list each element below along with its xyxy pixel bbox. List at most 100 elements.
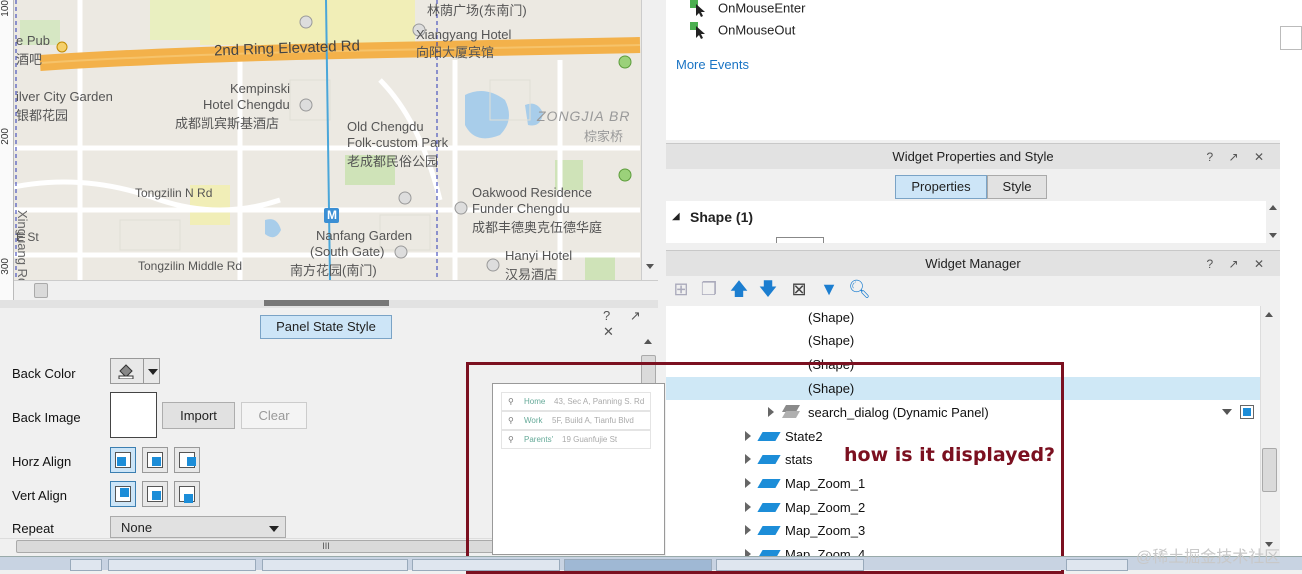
map-label: 银都花园 bbox=[16, 108, 69, 123]
arrow-up-icon[interactable]: 🡅 bbox=[728, 278, 750, 300]
taskbar bbox=[0, 556, 1302, 571]
map-label: 老成都民俗公园 bbox=[347, 154, 439, 169]
taskbar-item[interactable] bbox=[262, 559, 408, 571]
delete-widget-icon[interactable]: ⊠ bbox=[788, 278, 810, 300]
taskbar-item[interactable] bbox=[70, 559, 102, 571]
tab-properties[interactable]: Properties bbox=[895, 175, 987, 199]
map-label: Xiangyang Hotel bbox=[416, 27, 512, 42]
cursor-event-icon bbox=[690, 22, 708, 40]
chevron-down-icon[interactable] bbox=[1222, 409, 1232, 415]
properties-content: ◢ Shape (1) bbox=[666, 201, 1266, 243]
tray-icons[interactable] bbox=[1066, 559, 1128, 571]
map-label: Tongzilin Middle Rd bbox=[138, 259, 243, 273]
section-title: Shape (1) bbox=[690, 209, 754, 225]
align-left-button[interactable] bbox=[110, 447, 136, 473]
interactions-panel: OnMouseEnter OnMouseOut bbox=[666, 0, 1280, 140]
back-image-label: Back Image bbox=[12, 410, 81, 425]
collapse-triangle-icon[interactable]: ◢ bbox=[672, 211, 680, 222]
tree-row-label: (Shape) bbox=[808, 310, 855, 325]
back-color-label: Back Color bbox=[12, 366, 76, 381]
back-image-preview[interactable] bbox=[110, 392, 157, 438]
import-button[interactable]: Import bbox=[162, 402, 235, 429]
align-bottom-button[interactable] bbox=[174, 481, 200, 507]
paint-bucket-icon bbox=[117, 363, 135, 380]
pane-splitter[interactable] bbox=[0, 300, 658, 308]
map-label: Old Chengdu bbox=[347, 119, 424, 134]
pane-title: Widget Properties and Style ? ↗ ✕ bbox=[666, 143, 1280, 169]
event-label: OnMouseEnter bbox=[718, 0, 806, 16]
ruler-tick: 200 bbox=[0, 128, 11, 145]
pane-controls[interactable]: ? ↗ ✕ bbox=[1207, 251, 1270, 277]
align-center-button[interactable] bbox=[142, 447, 168, 473]
ruler-tick: 300 bbox=[0, 258, 11, 275]
map-label: 成都丰德奥克伍德华庭 bbox=[472, 220, 603, 235]
tab-panel-state-style[interactable]: Panel State Style bbox=[260, 315, 392, 339]
map-label: ilver City Garden bbox=[16, 89, 113, 104]
tab-style[interactable]: Style bbox=[987, 175, 1047, 199]
align-middle-button[interactable] bbox=[142, 481, 168, 507]
map-label: Nanfang Garden bbox=[316, 228, 413, 243]
filter-icon[interactable]: ▼ bbox=[818, 278, 840, 300]
annotation-highlight-box bbox=[466, 362, 1064, 574]
repeat-label: Repeat bbox=[12, 521, 54, 536]
scroll-up-arrow-icon[interactable] bbox=[644, 339, 652, 344]
back-color-picker[interactable] bbox=[110, 358, 160, 384]
map-label: e Pub bbox=[16, 33, 50, 48]
taskbar-item[interactable] bbox=[108, 559, 256, 571]
pane-title-text: Widget Properties and Style bbox=[892, 149, 1054, 164]
clear-button[interactable]: Clear bbox=[241, 402, 307, 429]
shape-swatch[interactable] bbox=[776, 237, 824, 243]
taskbar-item[interactable] bbox=[716, 559, 864, 571]
event-item[interactable]: OnMouseEnter bbox=[690, 0, 805, 18]
scroll-thumb[interactable] bbox=[34, 283, 48, 298]
splitter-grip[interactable] bbox=[264, 300, 389, 306]
properties-scrollbar[interactable] bbox=[1266, 201, 1280, 243]
vert-align-label: Vert Align bbox=[12, 488, 67, 503]
chevron-down-icon bbox=[148, 369, 158, 375]
pane-controls[interactable]: ? ↗ ✕ bbox=[1207, 144, 1270, 170]
map-vertical-scrollbar[interactable] bbox=[641, 0, 658, 280]
chevron-down-icon bbox=[269, 526, 279, 532]
duplicate-icon[interactable]: ❐ bbox=[698, 278, 720, 300]
map-label: Tongzilin N Rd bbox=[135, 186, 213, 200]
event-item[interactable]: OnMouseOut bbox=[690, 22, 795, 40]
align-right-button[interactable] bbox=[174, 447, 200, 473]
right-edge-panel bbox=[1280, 0, 1302, 570]
more-events-link[interactable]: More Events bbox=[676, 57, 749, 72]
map-label: 棕家桥 bbox=[584, 129, 624, 144]
tree-row[interactable]: (Shape) bbox=[666, 329, 1260, 352]
map-label: Kempinski bbox=[230, 81, 290, 96]
tree-row[interactable]: (Shape) bbox=[666, 306, 1260, 329]
watermark: @稀土掘金技术社区 bbox=[1136, 549, 1281, 566]
tree-row-label: (Shape) bbox=[808, 333, 855, 348]
repeat-select[interactable]: None bbox=[110, 516, 286, 538]
map-label: 成都凯宾斯基酒店 bbox=[175, 116, 280, 131]
map-label: E St bbox=[16, 230, 39, 244]
taskbar-item[interactable] bbox=[412, 559, 560, 571]
align-top-button[interactable] bbox=[110, 481, 136, 507]
cursor-event-icon bbox=[690, 0, 708, 18]
scroll-up-arrow-icon[interactable] bbox=[1265, 312, 1273, 317]
map-label: Oakwood Residence bbox=[472, 185, 592, 200]
pane-title: Widget Manager ? ↗ ✕ bbox=[666, 250, 1280, 276]
map-label: Xinguang Rd bbox=[15, 210, 30, 286]
map-label: 向阳大厦宾馆 bbox=[416, 45, 495, 60]
map-horizontal-scrollbar[interactable] bbox=[14, 280, 658, 300]
map-label: 林荫广场(东南门) bbox=[427, 3, 527, 18]
map-label: ZONGJIA BR bbox=[537, 108, 631, 124]
pane-title-text: Widget Manager bbox=[925, 256, 1021, 271]
map-label: Funder Chengdu bbox=[472, 201, 570, 216]
scroll-up-arrow-icon[interactable] bbox=[1269, 205, 1277, 210]
scroll-thumb[interactable] bbox=[1262, 448, 1277, 492]
scroll-down-arrow-icon[interactable] bbox=[646, 264, 654, 269]
scroll-down-arrow-icon[interactable] bbox=[1269, 233, 1277, 238]
widget-properties-pane: Widget Properties and Style ? ↗ ✕ Proper… bbox=[666, 143, 1280, 243]
search-icon[interactable]: 🔍︎ bbox=[848, 278, 871, 300]
add-folder-icon[interactable]: ⊞ bbox=[670, 278, 692, 300]
taskbar-item-active[interactable] bbox=[564, 559, 712, 571]
arrow-down-icon[interactable]: 🡇 bbox=[757, 278, 779, 300]
map-canvas[interactable]: 100 200 300 林荫广场(东南门) e Pub 酒吧 2nd Ring … bbox=[0, 0, 658, 300]
widget-tree-scrollbar[interactable] bbox=[1260, 306, 1278, 556]
repeat-select-value: None bbox=[121, 520, 153, 535]
visibility-toggle[interactable] bbox=[1240, 405, 1254, 419]
